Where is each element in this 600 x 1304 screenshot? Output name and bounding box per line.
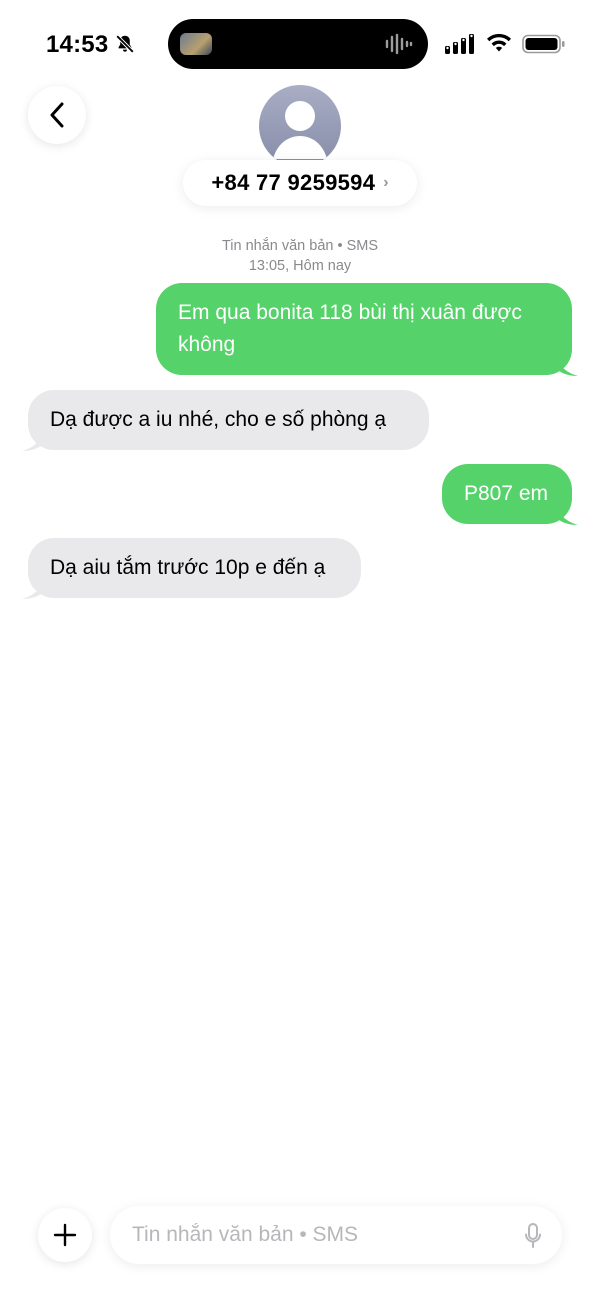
bubble-tail: [22, 577, 44, 599]
message-input-container: [110, 1206, 562, 1264]
message-channel: Tin nhắn văn bản • SMS: [221, 238, 379, 254]
microphone-icon[interactable]: [524, 1223, 542, 1249]
message-bubble-received[interactable]: Dạ được a iu nhé, cho e số phòng ạ: [22, 390, 429, 451]
bubble-tail: [556, 354, 578, 376]
message-input[interactable]: [132, 1206, 512, 1264]
wifi-icon: [487, 33, 511, 52]
contact-details-button[interactable]: +84 77 9259594 ›: [183, 160, 417, 206]
message-timestamp: 13:05, Hôm nay: [248, 258, 352, 274]
dynamic-island[interactable]: [168, 19, 428, 69]
now-playing-thumbnail: [180, 33, 212, 55]
contact-number: +84 77 9259594: [211, 170, 376, 195]
plus-icon: [53, 1223, 77, 1247]
chevron-right-icon: ›: [383, 174, 389, 191]
conversation-meta: Tin nhắn văn bản • SMS 13:05, Hôm nay: [0, 236, 600, 276]
contact-avatar[interactable]: [259, 85, 341, 167]
message-composer: [0, 1200, 600, 1272]
add-attachment-button[interactable]: [38, 1208, 92, 1262]
bubble-tail: [556, 503, 578, 525]
message-bubble-sent[interactable]: Em qua bonita 118 bùi thị xuân được khôn…: [156, 283, 578, 376]
cellular-signal-icon: [445, 34, 474, 54]
message-text: Dạ aiu tắm trước 10p e đến ạ: [50, 556, 326, 579]
status-bar: 14:53: [0, 0, 600, 80]
message-text: Dạ được a iu nhé, cho e số phòng ạ: [50, 408, 387, 431]
message-bubble-sent[interactable]: P807 em: [442, 464, 578, 525]
bell-slash-icon: [115, 34, 135, 54]
back-chevron-icon: [50, 102, 64, 128]
back-button[interactable]: [28, 86, 86, 144]
bubble-tail: [22, 429, 44, 451]
message-bubble-received[interactable]: Dạ aiu tắm trước 10p e đến ạ: [22, 538, 361, 599]
message-text: P807 em: [464, 482, 549, 505]
audio-waveform-icon: [385, 33, 413, 55]
message-text: Em qua bonita 118 bùi thị xuân được khôn…: [178, 301, 522, 356]
battery-icon: [522, 34, 565, 54]
conversation-header: +84 77 9259594 ›: [0, 80, 600, 230]
person-icon: [273, 101, 327, 159]
status-time: 14:53: [46, 31, 109, 58]
